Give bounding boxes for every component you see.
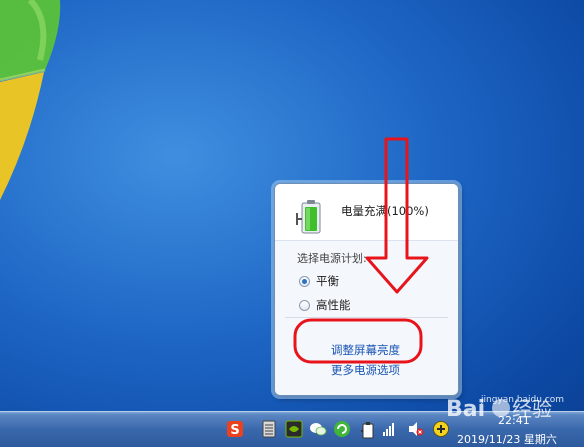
plan-high-performance-option[interactable]: 高性能: [299, 297, 351, 313]
power-icon[interactable]: [360, 420, 376, 440]
volume-muted-icon[interactable]: [407, 420, 425, 438]
sogou-input-icon[interactable]: S: [226, 420, 244, 438]
battery-status-text: 电量充满(100%): [341, 204, 429, 218]
360-icon[interactable]: [333, 420, 351, 438]
power-flyout: 电量充满(100%) 选择电源计划: 平衡 高性能 调整屏幕亮度 更多电源选项: [274, 183, 459, 396]
watermark-text: Bai: [446, 397, 485, 422]
windows-logo-fragment-icon: [0, 0, 61, 200]
battery-header: 电量充满(100%): [275, 184, 458, 241]
watermark-site-text: jingyan.baidu.com: [481, 395, 565, 405]
plan-balanced-label: 平衡: [316, 274, 339, 288]
adjust-brightness-link[interactable]: 调整屏幕亮度: [331, 342, 400, 358]
battery-charging-icon: [296, 200, 321, 234]
radio-unselected-icon[interactable]: [299, 299, 310, 311]
clock-date[interactable]: 2019/11/23 星期六: [457, 431, 557, 447]
keyboard-icon[interactable]: [261, 420, 277, 438]
plan-high-performance-label: 高性能: [316, 298, 351, 312]
network-icon[interactable]: [382, 420, 398, 438]
svg-text:S: S: [230, 423, 239, 438]
radio-selected-icon[interactable]: [299, 275, 310, 287]
divider: [285, 317, 448, 318]
more-power-options-link[interactable]: 更多电源选项: [331, 362, 400, 378]
nvidia-icon[interactable]: [285, 420, 303, 438]
power-plan-heading: 选择电源计划:: [297, 252, 367, 265]
wechat-icon[interactable]: [309, 420, 327, 438]
plan-balanced-option[interactable]: 平衡: [299, 273, 339, 289]
